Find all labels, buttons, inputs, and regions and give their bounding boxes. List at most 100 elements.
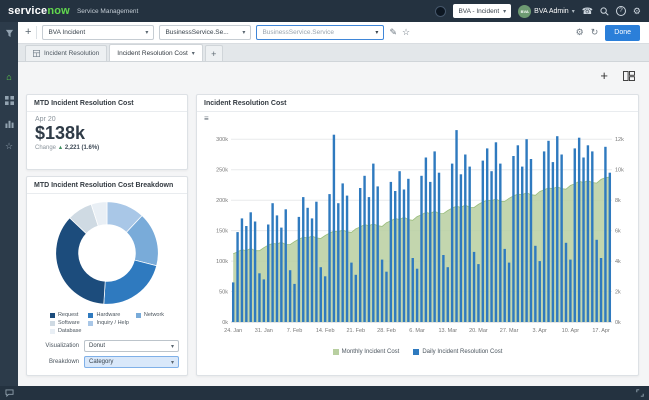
help-icon[interactable]: ? xyxy=(615,6,626,16)
daily-cost-bar[interactable] xyxy=(573,148,576,322)
chart-menu-icon[interactable]: ≡ xyxy=(204,115,209,123)
donut-slice[interactable] xyxy=(55,217,106,305)
phone-icon[interactable]: ☎ xyxy=(582,6,593,16)
daily-cost-bar[interactable] xyxy=(345,195,349,322)
daily-cost-bar[interactable] xyxy=(376,186,379,322)
daily-cost-bar[interactable] xyxy=(503,248,506,322)
daily-cost-bar[interactable] xyxy=(516,145,520,322)
breakdown-filter-input[interactable]: BusinessService.Service ▾ xyxy=(256,25,385,40)
legend-item[interactable]: Hardware xyxy=(88,312,128,318)
daily-cost-bar[interactable] xyxy=(341,183,344,322)
daily-cost-bar[interactable] xyxy=(337,203,340,322)
daily-cost-bar[interactable] xyxy=(595,239,598,322)
daily-cost-bar[interactable] xyxy=(328,194,331,322)
daily-cost-bar[interactable] xyxy=(358,188,362,322)
daily-cost-bar[interactable] xyxy=(586,145,590,322)
daily-cost-bar[interactable] xyxy=(472,251,476,322)
tab-incident-resolution-cost[interactable]: Incident Resolution Cost ▾ xyxy=(109,44,203,61)
edit-pencil-icon[interactable]: ✎ xyxy=(389,28,397,37)
add-tab-button[interactable]: + xyxy=(204,45,223,61)
daily-cost-bar[interactable] xyxy=(564,242,568,322)
donut-slice[interactable] xyxy=(103,259,158,305)
daily-cost-bar[interactable] xyxy=(332,134,336,322)
visualization-select[interactable]: Donut ▾ xyxy=(84,340,179,352)
daily-cost-bar[interactable] xyxy=(389,181,393,322)
add-widget-plus-icon[interactable]: + xyxy=(600,69,608,82)
daily-cost-bar[interactable] xyxy=(429,181,432,322)
daily-cost-bar[interactable] xyxy=(521,166,524,322)
daily-cost-bar[interactable] xyxy=(297,216,301,322)
daily-cost-bar[interactable] xyxy=(529,159,533,322)
daily-cost-bar[interactable] xyxy=(485,148,489,322)
daily-cost-bar[interactable] xyxy=(560,154,563,323)
daily-cost-bar[interactable] xyxy=(437,172,441,322)
chat-icon[interactable] xyxy=(5,389,14,397)
daily-cost-bar[interactable] xyxy=(591,151,594,322)
scope-selector[interactable]: BVA - Incident ▾ xyxy=(453,4,512,18)
daily-cost-bar[interactable] xyxy=(477,264,480,322)
daily-cost-bar[interactable] xyxy=(420,175,423,322)
daily-cost-bar[interactable] xyxy=(407,178,410,322)
daily-cost-bar[interactable] xyxy=(512,156,515,322)
daily-cost-bar[interactable] xyxy=(258,273,261,322)
daily-cost-bar[interactable] xyxy=(380,259,384,322)
filter-funnel-icon[interactable] xyxy=(3,28,15,38)
daily-cost-bar[interactable] xyxy=(446,267,449,322)
daily-cost-bar[interactable] xyxy=(494,142,498,322)
daily-cost-bar[interactable] xyxy=(236,232,239,322)
daily-cost-bar[interactable] xyxy=(319,267,322,322)
daily-cost-bar[interactable] xyxy=(284,209,287,322)
daily-cost-bar[interactable] xyxy=(271,203,274,322)
change-layout-icon[interactable] xyxy=(623,70,635,81)
daily-cost-bar[interactable] xyxy=(582,157,585,323)
daily-cost-bar[interactable] xyxy=(534,245,537,322)
daily-cost-bar[interactable] xyxy=(481,160,485,322)
daily-cost-bar[interactable] xyxy=(569,259,572,322)
daily-cost-bar[interactable] xyxy=(424,157,428,323)
done-button[interactable]: Done xyxy=(605,24,640,41)
daily-cost-bar[interactable] xyxy=(363,175,366,322)
daily-cost-bar[interactable] xyxy=(262,279,266,322)
daily-cost-bar[interactable] xyxy=(240,218,244,322)
daily-cost-bar[interactable] xyxy=(280,227,283,322)
daily-cost-bar[interactable] xyxy=(245,226,248,322)
user-menu[interactable]: BVA BVA Admin ▾ xyxy=(518,4,575,18)
daily-cost-bar[interactable] xyxy=(315,201,318,322)
daily-cost-bar[interactable] xyxy=(577,137,581,322)
legend-item[interactable]: Software xyxy=(49,320,82,326)
daily-cost-bar[interactable] xyxy=(599,258,603,322)
sidebar-item-home[interactable]: ⌂ xyxy=(3,72,15,82)
favorite-star-icon[interactable]: ☆ xyxy=(402,28,410,37)
daily-cost-bar[interactable] xyxy=(385,271,388,322)
fullscreen-icon[interactable] xyxy=(636,389,644,397)
search-icon[interactable] xyxy=(600,6,609,16)
daily-cost-bar[interactable] xyxy=(302,197,305,322)
daily-cost-bar[interactable] xyxy=(288,270,292,322)
legend-item[interactable]: Inquiry / Help xyxy=(88,320,129,326)
daily-cost-bar[interactable] xyxy=(306,207,309,322)
daily-cost-bar[interactable] xyxy=(367,197,371,322)
daily-cost-bar[interactable] xyxy=(542,151,546,322)
daily-cost-bar[interactable] xyxy=(455,130,458,322)
daily-cost-bar[interactable] xyxy=(442,255,445,322)
daily-cost-bar[interactable] xyxy=(398,171,401,322)
add-widget-button[interactable]: + xyxy=(25,27,31,38)
daily-cost-bar[interactable] xyxy=(293,283,296,322)
sidebar-item-star-icon[interactable]: ☆ xyxy=(3,141,15,151)
daily-cost-bar[interactable] xyxy=(547,140,550,322)
daily-cost-bar[interactable] xyxy=(499,163,502,322)
daily-cost-bar[interactable] xyxy=(551,162,555,322)
daily-cost-bar[interactable] xyxy=(468,166,471,322)
combo-chart[interactable]: 0k 0k 50k 2k 100k 4k 150k 6k 200k 8k 250k 10k 300k 12… xyxy=(203,114,640,342)
daily-cost-bar[interactable] xyxy=(310,218,314,322)
breakdown-select[interactable]: Category ▾ xyxy=(84,356,179,368)
daily-cost-bar[interactable] xyxy=(450,163,454,322)
daily-cost-bar[interactable] xyxy=(323,276,327,322)
daily-cost-bar[interactable] xyxy=(538,261,541,322)
daily-cost-bar[interactable] xyxy=(394,191,397,322)
daily-cost-bar[interactable] xyxy=(354,274,358,322)
sidebar-item-apps-grid-icon[interactable] xyxy=(3,95,15,105)
daily-cost-bar[interactable] xyxy=(525,139,528,322)
daily-cost-bar[interactable] xyxy=(464,154,467,323)
legend-item[interactable]: Request xyxy=(49,312,82,318)
